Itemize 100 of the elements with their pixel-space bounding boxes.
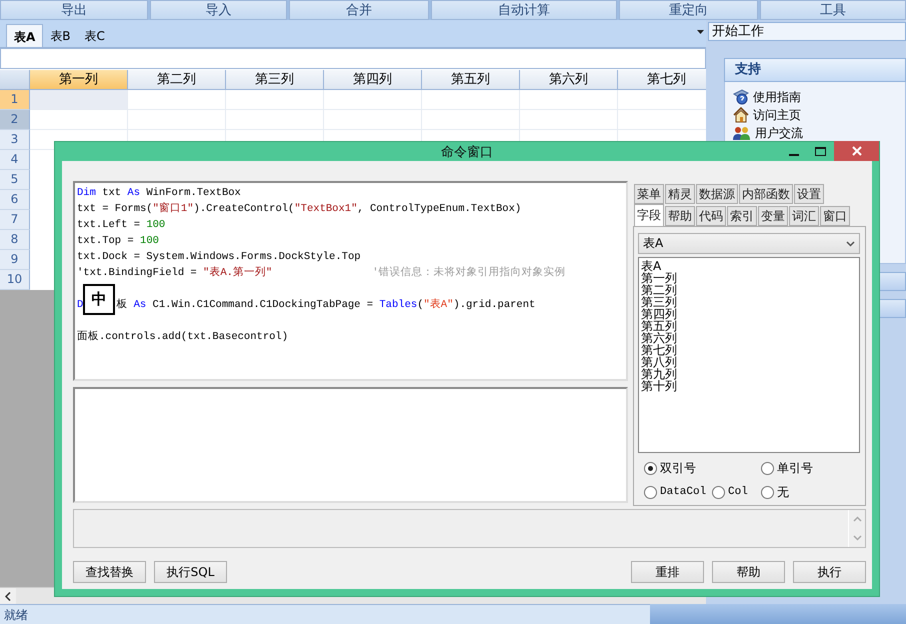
action-button[interactable]: 重排 [631,561,704,583]
row-header[interactable]: 1 [0,90,30,110]
panel-tab[interactable]: 字段 [634,204,664,226]
column-header[interactable]: 第一列 [30,70,128,90]
close-button[interactable] [834,141,879,161]
current-cell[interactable] [30,90,128,110]
help-book-icon [733,89,749,105]
code-line: 板 As C1.Win.C1Command.C1DockingTabPage = Tables("表A").grid.parent [116,297,536,313]
sheet-tab[interactable]: 表C [78,24,112,47]
panel-tab[interactable]: 设置 [794,184,824,204]
panel-tab[interactable]: 词汇 [789,206,819,226]
dropdown-arrow-icon[interactable] [697,30,704,34]
formula-field[interactable] [0,48,706,69]
action-button[interactable]: 查找替换 [73,561,146,583]
row-header[interactable]: 9 [0,250,30,270]
sheet-tab[interactable]: 表A [6,24,44,47]
chevron-left-icon [5,592,11,600]
sheet-tab[interactable]: 表B [43,24,78,47]
panel-link[interactable]: 使用指南 [753,89,801,105]
panel-tab[interactable]: 代码 [696,206,726,226]
toolbar-button[interactable]: 合并 [289,0,430,20]
field-item[interactable]: 表A [641,260,857,272]
action-button[interactable]: 执行 [793,561,866,583]
output-area[interactable] [73,387,628,503]
column-header[interactable]: 第四列 [324,70,422,90]
code-line: 面板.controls.add(txt.Basecontrol) [77,330,288,345]
row-header[interactable]: 7 [0,210,30,230]
panel-title[interactable]: 支持 [724,58,906,82]
column-header[interactable]: 第三列 [226,70,324,90]
grid-cell[interactable] [324,90,422,110]
start-combo[interactable]: 开始工作 [708,22,906,41]
grid-corner[interactable] [0,70,30,90]
panel-tab[interactable]: 窗口 [820,206,850,226]
quote-radio[interactable]: 无 [761,484,789,500]
users-icon [733,125,751,141]
grid-cell[interactable] [324,110,422,130]
panel-link[interactable]: 用户交流 [755,125,803,141]
panel-tab[interactable]: 内部函数 [739,184,793,204]
scroll-down-icon[interactable] [852,534,862,541]
grid-cell[interactable] [226,90,324,110]
grid-cell[interactable] [128,90,226,110]
quote-radio[interactable]: Col [712,486,748,498]
toolbar-button[interactable]: 导入 [150,0,288,20]
quote-radio[interactable]: DataCol [644,486,706,498]
column-header[interactable]: 第五列 [422,70,520,90]
field-item[interactable]: 第二列 [641,284,857,296]
panel-tab[interactable]: 精灵 [665,184,695,204]
field-item[interactable]: 第十列 [641,380,857,392]
code-line: Dim txt As WinForm.TextBox [77,186,241,201]
status-text: 就绪 [0,604,650,624]
house-icon [733,107,749,123]
chevron-down-icon [846,240,855,246]
field-item[interactable]: 第七列 [641,344,857,356]
grid-cell[interactable] [226,110,324,130]
row-header[interactable]: 10 [0,270,30,290]
code-fragment: D [77,298,84,313]
panel-tab[interactable]: 变量 [758,206,788,226]
field-item[interactable]: 第一列 [641,272,857,284]
panel-tab[interactable]: 数据源 [696,184,738,204]
toolbar-button[interactable]: 工具 [760,0,906,20]
field-item[interactable]: 第八列 [641,356,857,368]
panel-link[interactable]: 访问主页 [753,107,801,123]
grid-cell[interactable] [128,110,226,130]
row-header[interactable]: 8 [0,230,30,250]
row-header[interactable]: 5 [0,170,30,190]
table-select[interactable]: 表A [638,233,860,254]
action-button[interactable]: 帮助 [712,561,785,583]
panel-tab[interactable]: 索引 [727,206,757,226]
grid-cell[interactable] [520,90,618,110]
column-header[interactable]: 第二列 [128,70,226,90]
action-button[interactable]: 执行SQL [154,561,227,583]
row-header[interactable]: 4 [0,150,30,170]
column-header[interactable]: 第七列 [618,70,706,90]
field-item[interactable]: 第四列 [641,308,857,320]
toolbar-button[interactable]: 自动计算 [431,0,617,20]
grid-cell[interactable] [422,110,520,130]
column-header[interactable]: 第六列 [520,70,618,90]
message-area[interactable] [73,509,866,548]
window-title: 命令窗口 [441,144,493,160]
grid-cell[interactable] [520,110,618,130]
ime-popup: 中 [83,284,115,315]
quote-radio[interactable]: 单引号 [761,460,813,476]
panel-tab[interactable]: 菜单 [634,184,664,204]
field-item[interactable]: 第三列 [641,296,857,308]
row-header[interactable]: 6 [0,190,30,210]
panel-tab[interactable]: 帮助 [665,206,695,226]
field-item[interactable]: 第六列 [641,332,857,344]
row-header[interactable]: 2 [0,110,30,130]
scroll-left-button[interactable] [0,588,16,604]
grid-cell[interactable] [30,110,128,130]
toolbar-button[interactable]: 重定向 [618,0,758,20]
row-header[interactable]: 3 [0,130,30,150]
quote-radio[interactable]: 双引号 [644,460,696,476]
toolbar-button[interactable]: 导出 [0,0,148,20]
code-editor[interactable] [73,181,628,381]
scroll-up-icon[interactable] [852,516,862,522]
code-line: txt = Forms("窗口1").CreateControl("TextBox1", ControlTypeEnum.TextBox) [77,201,522,217]
field-item[interactable]: 第五列 [641,320,857,332]
grid-cell[interactable] [422,90,520,110]
field-item[interactable]: 第九列 [641,368,857,380]
